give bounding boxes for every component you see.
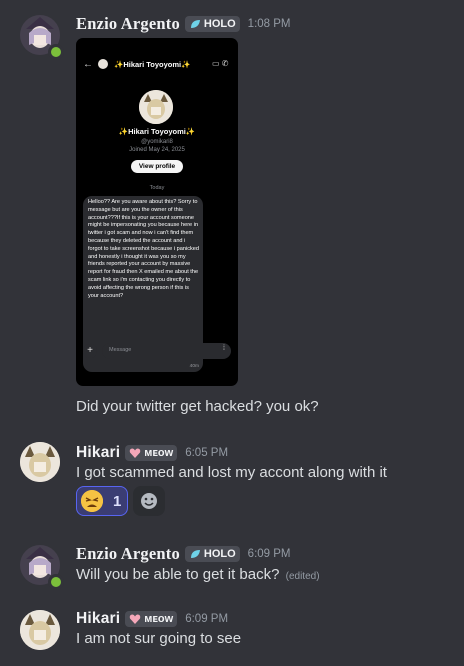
leaf-icon bbox=[190, 550, 200, 558]
heart-icon bbox=[130, 614, 141, 624]
avatar[interactable] bbox=[20, 442, 60, 482]
message-enzio-1: Enzio Argento HOLO 1:08 PM ← ✨Hikari Toy… bbox=[0, 0, 464, 430]
timestamp[interactable]: 6:09 PM bbox=[185, 613, 228, 625]
avatar-art-icon bbox=[20, 442, 60, 482]
profile-avatar-art-icon bbox=[139, 90, 173, 124]
online-status-icon bbox=[48, 44, 64, 60]
avatar[interactable] bbox=[20, 610, 60, 650]
back-arrow-icon: ← bbox=[83, 59, 93, 70]
message-text: I got scammed and lost my accont along w… bbox=[76, 464, 387, 481]
video-call-icon: ▭ ✆ bbox=[212, 59, 229, 68]
plus-icon: + bbox=[83, 344, 97, 358]
tired-face-icon bbox=[81, 490, 103, 512]
username[interactable]: Hikari bbox=[76, 610, 120, 628]
message-placeholder: Message bbox=[109, 347, 132, 353]
guild-tag[interactable]: HOLO bbox=[184, 546, 240, 562]
profile-name: ✨Hikari Toyoyomi✨ bbox=[118, 127, 196, 136]
username[interactable]: Hikari bbox=[76, 444, 120, 462]
profile-handle: @yomikari8 bbox=[141, 139, 173, 145]
message-text: I am not sur going to see bbox=[76, 630, 242, 647]
profile-joined: Joined May 24, 2025 bbox=[129, 147, 185, 153]
message-text: Did your twitter get hacked? you ok? bbox=[76, 398, 319, 415]
mic-icon: ⁞ bbox=[223, 345, 225, 352]
date-divider: Today bbox=[149, 185, 165, 191]
guild-tag[interactable]: ᴍᴇᴏᴡ bbox=[125, 611, 178, 627]
dm-text: Helloo?? Are you aware about this? Sorry… bbox=[88, 199, 200, 299]
mini-avatar bbox=[98, 59, 108, 69]
view-profile-button: View profile bbox=[131, 160, 183, 173]
add-reaction-icon bbox=[141, 493, 157, 509]
add-reaction-button[interactable] bbox=[133, 486, 165, 516]
guild-tag[interactable]: ᴍᴇᴏᴡ bbox=[125, 445, 178, 461]
edited-label[interactable]: (edited) bbox=[286, 571, 320, 582]
username[interactable]: Enzio Argento bbox=[76, 14, 180, 34]
reaction-count: 1 bbox=[113, 492, 122, 510]
message-body: Will you be able to get it back? bbox=[76, 566, 280, 583]
image-attachment[interactable]: ← ✨Hikari Toyoyomi✨ ▭ ✆ ✨Hikari Toyoyomi… bbox=[76, 38, 238, 386]
profile-avatar bbox=[139, 90, 173, 124]
timestamp[interactable]: 6:09 PM bbox=[248, 548, 291, 560]
timestamp[interactable]: 1:08 PM bbox=[248, 18, 291, 30]
avatar-art-icon bbox=[20, 610, 60, 650]
compose-bar: + Message ⁞ bbox=[83, 343, 233, 361]
timestamp[interactable]: 6:05 PM bbox=[185, 447, 228, 459]
dm-time: 40m bbox=[189, 364, 199, 369]
message-field: Message ⁞ bbox=[102, 343, 231, 359]
heart-icon bbox=[130, 448, 141, 458]
online-status-icon bbox=[48, 574, 64, 590]
reaction-button[interactable]: 1 bbox=[76, 486, 128, 516]
tired-face-emoji-icon bbox=[81, 490, 103, 512]
leaf-icon bbox=[190, 20, 200, 28]
message-text: Will you be able to get it back? (edited… bbox=[76, 566, 320, 583]
guild-tag[interactable]: HOLO bbox=[184, 16, 240, 32]
username[interactable]: Enzio Argento bbox=[76, 544, 180, 564]
dm-header-name: ✨Hikari Toyoyomi✨ bbox=[114, 60, 191, 69]
